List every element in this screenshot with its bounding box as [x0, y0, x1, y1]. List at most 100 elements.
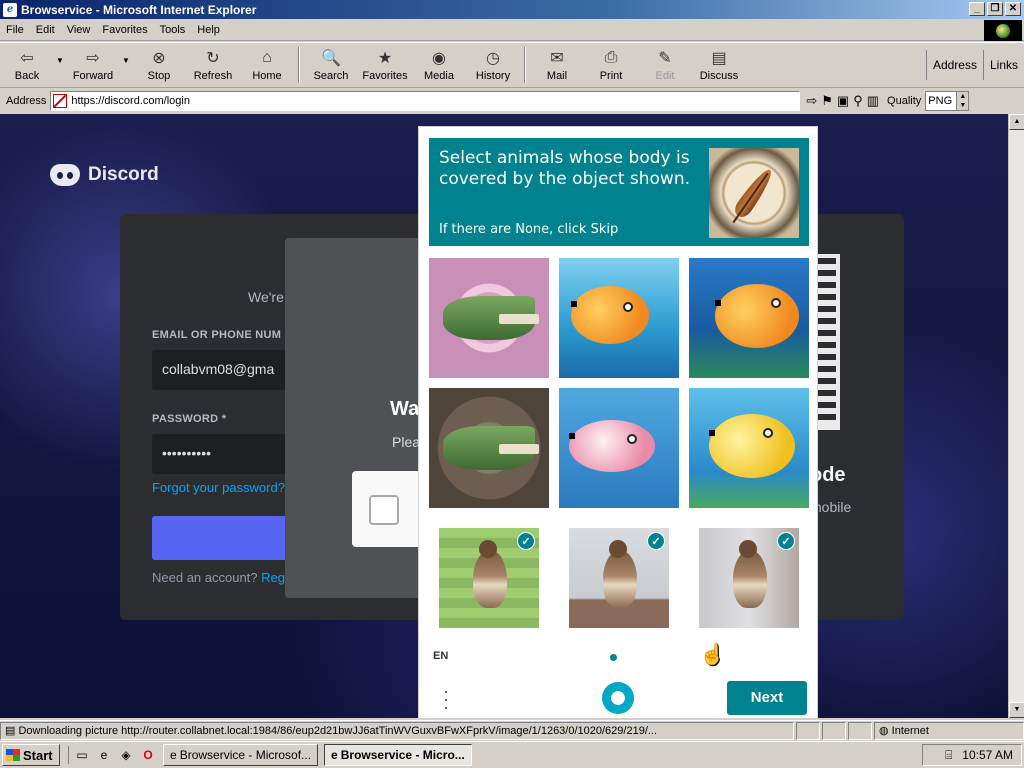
language-selector[interactable]: EN: [433, 650, 448, 662]
refresh-icon: ↻: [206, 50, 220, 67]
go-arrow-icon[interactable]: ⇨: [806, 93, 817, 109]
restore-button[interactable]: ❐: [987, 2, 1003, 16]
media-button[interactable]: ◉ Media: [412, 43, 466, 87]
windows-flag-icon: [6, 749, 20, 761]
selected-tile-hawk-1[interactable]: ✓: [439, 528, 539, 628]
ie-app-icon: e: [3, 2, 17, 17]
history-icon: ◷: [486, 50, 500, 67]
address-toolbar-toggle[interactable]: Address: [925, 50, 983, 80]
history-button[interactable]: ◷ History: [466, 43, 520, 87]
forward-button[interactable]: ⇨ Forward: [66, 43, 120, 87]
discuss-button[interactable]: ▤ Discuss: [692, 43, 746, 87]
zone-label: Internet: [891, 724, 929, 737]
refresh-label: Refresh: [193, 70, 233, 82]
quick-launch: ▭ e ◈ O: [68, 746, 157, 764]
minimize-button[interactable]: _: [969, 2, 985, 16]
status-segment: [848, 721, 872, 740]
ie-task-icon: e: [331, 748, 338, 762]
edit-icon: ✎: [658, 50, 672, 67]
discord-logo-icon: [50, 164, 80, 186]
need-account-label: Need an account?: [152, 570, 258, 585]
taskbar-button-browservice-2[interactable]: e Browservice - Micro...: [324, 744, 472, 766]
hcaptcha-checkbox[interactable]: [369, 495, 399, 525]
show-desktop-icon[interactable]: ▭: [73, 746, 91, 764]
status-message: Downloading picture http://router.collab…: [18, 724, 658, 737]
refresh-button[interactable]: ↻ Refresh: [186, 43, 240, 87]
vertical-scrollbar[interactable]: ▲ ▼: [1008, 114, 1024, 718]
print-label: Print: [599, 70, 623, 82]
captcha-tile-crocodile-1[interactable]: [429, 258, 549, 378]
menu-view[interactable]: View: [61, 24, 97, 36]
back-label: Back: [14, 70, 40, 82]
hawk-image: [473, 540, 507, 608]
fish-eye: [763, 428, 773, 438]
menu-help[interactable]: Help: [191, 24, 226, 36]
edit-button: ✎ Edit: [638, 43, 692, 87]
mail-button[interactable]: ✉ Mail: [530, 43, 584, 87]
status-segment: [796, 721, 820, 740]
menu-tools[interactable]: Tools: [154, 24, 192, 36]
taskbar-button-browservice-1[interactable]: e Browservice - Microsof...: [163, 744, 319, 766]
media-quicklaunch-icon[interactable]: ◈: [117, 746, 135, 764]
page-blocked-icon: [53, 94, 68, 108]
search-icon: 🔍: [321, 50, 341, 67]
forgot-password-link[interactable]: Forgot your password?: [152, 480, 285, 495]
mail-label: Mail: [546, 70, 568, 82]
find-icon[interactable]: ⚲: [853, 93, 863, 109]
forward-dropdown-icon[interactable]: ▼: [120, 33, 132, 87]
links-toolbar-toggle[interactable]: Links: [982, 50, 1024, 80]
ie-task-icon: e: [170, 748, 177, 762]
status-bar: ▤ Downloading picture http://router.coll…: [0, 720, 1024, 740]
opera-quicklaunch-icon[interactable]: O: [139, 746, 157, 764]
menu-file[interactable]: File: [0, 24, 30, 36]
captcha-tile-crocodile-2[interactable]: [429, 388, 549, 508]
captcha-skip-hint: If there are None, click Skip: [439, 222, 619, 237]
search-label: Search: [313, 70, 349, 82]
register-link[interactable]: Reg: [261, 570, 285, 585]
discord-brand: Discord: [50, 164, 159, 186]
print-button[interactable]: ⎙ Print: [584, 43, 638, 87]
ie-quicklaunch-icon[interactable]: e: [95, 746, 113, 764]
captcha-tile-fish-1[interactable]: [559, 258, 679, 378]
next-button[interactable]: Next: [727, 681, 807, 715]
start-label: Start: [23, 747, 53, 763]
network-tray-icon[interactable]: ⌸: [945, 748, 952, 763]
address-input[interactable]: https://discord.com/login: [50, 91, 801, 111]
window-titlebar: e Browservice - Microsoft Internet Explo…: [0, 0, 1024, 19]
menu-bar: File Edit View Favorites Tools Help: [0, 19, 1024, 41]
crocodile-image: [443, 426, 539, 470]
address-label: Address: [6, 95, 47, 107]
password-label: PASSWORD *: [152, 413, 227, 425]
ie-throbber-icon: [984, 20, 1022, 41]
quality-spinner-icon[interactable]: ▲ ▼: [956, 92, 969, 110]
stop-button[interactable]: ⊗ Stop: [132, 43, 186, 87]
favorites-button[interactable]: ★ Favorites: [358, 43, 412, 87]
home-button[interactable]: ⌂ Home: [240, 43, 294, 87]
scroll-up-icon[interactable]: ▲: [1009, 114, 1024, 130]
discuss-icon: ▤: [711, 50, 727, 67]
clock[interactable]: 10:57 AM: [962, 748, 1013, 762]
captcha-tile-fish-3[interactable]: [559, 388, 679, 508]
search-button[interactable]: 🔍 Search: [304, 43, 358, 87]
quality-select[interactable]: PNG ▲ ▼: [925, 91, 970, 111]
more-options-icon[interactable]: · · ·: [443, 682, 449, 716]
view-icon[interactable]: ▣: [837, 93, 849, 109]
selected-tile-hawk-2[interactable]: ✓: [569, 528, 669, 628]
captcha-tile-fish-4[interactable]: [689, 388, 809, 508]
toolbar-separator: [524, 47, 526, 83]
task1-label: Browservice - Microsof...: [179, 748, 312, 762]
close-button[interactable]: ✕: [1005, 2, 1021, 16]
welcome-text: We're: [248, 289, 284, 305]
selected-tile-hawk-3[interactable]: ✓: [699, 528, 799, 628]
history-label: History: [475, 70, 511, 82]
back-dropdown-icon[interactable]: ▼: [54, 33, 66, 87]
clipboard-icon[interactable]: ▥: [867, 93, 879, 109]
captcha-tile-fish-2[interactable]: [689, 258, 809, 378]
back-button[interactable]: ⇦ Back: [0, 43, 54, 87]
forward-label: Forward: [72, 70, 114, 82]
bookmark-icon[interactable]: ⚑: [821, 93, 833, 109]
scroll-down-icon[interactable]: ▼: [1009, 702, 1024, 718]
start-button[interactable]: Start: [2, 744, 60, 766]
task2-label: Browservice - Micro...: [340, 748, 465, 762]
discord-wordmark: Discord: [88, 164, 159, 185]
